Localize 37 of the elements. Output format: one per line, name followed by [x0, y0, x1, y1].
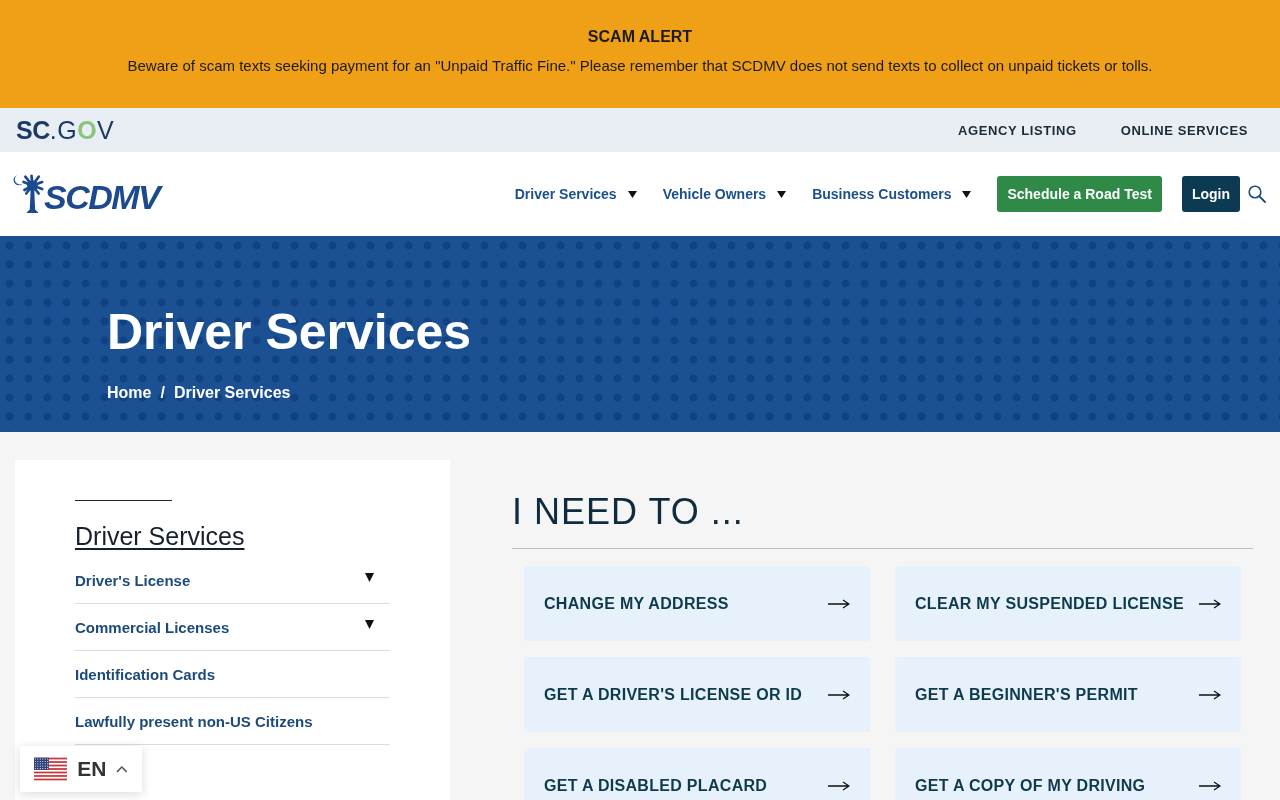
nav-menu-item[interactable]: Business Customers: [812, 186, 972, 202]
sidebar-item[interactable]: Lawfully present non-US Citizens: [75, 698, 390, 745]
breadcrumb-link[interactable]: Home: [107, 384, 152, 402]
task-card[interactable]: GET A COPY OF MY DRIVING: [895, 748, 1241, 800]
login-button[interactable]: Login: [1181, 176, 1240, 212]
search-icon[interactable]: [1248, 185, 1266, 203]
alert-message: Beware of scam texts seeking payment for an "Unpaid Traffic Fine." Please remember that SCDMV does not send texts to collect on unpaid tickets or tolls.: [127, 57, 1153, 74]
task-card[interactable]: CHANGE MY ADDRESS: [524, 566, 870, 641]
arrow-right-icon: [828, 780, 850, 791]
task-card[interactable]: GET A DISABLED PLACARD: [524, 748, 870, 800]
top-nav-link[interactable]: AGENCY LISTING: [958, 122, 1077, 138]
page-title: Driver Services: [107, 303, 472, 362]
road-test-button[interactable]: Schedule a Road Test: [997, 176, 1162, 212]
breadcrumb-current: Driver Services: [173, 384, 291, 402]
caret-up-icon: [116, 765, 128, 773]
nav-menu-item[interactable]: Vehicle Owners: [662, 186, 787, 202]
sidebar-item[interactable]: Driver's License: [75, 557, 390, 604]
flag-icon: [34, 757, 68, 781]
breadcrumb-separator: /: [160, 384, 165, 402]
task-card[interactable]: CLEAR MY SUSPENDED LICENSE: [895, 566, 1241, 641]
section-heading: I NEED TO ...: [512, 490, 1253, 549]
arrow-right-icon: [828, 598, 850, 609]
palmetto-moon-icon: [12, 174, 44, 214]
task-card[interactable]: GET A DRIVER'S LICENSE OR ID: [524, 657, 870, 732]
sidebar-item[interactable]: Identification Cards: [75, 651, 390, 698]
arrow-right-icon: [1199, 780, 1221, 791]
sidebar-item[interactable]: Commercial Licenses: [75, 604, 390, 651]
alert-title: SCAM ALERT: [587, 28, 693, 46]
arrow-right-icon: [828, 689, 850, 700]
arrow-right-icon: [1199, 598, 1221, 609]
portal-logo[interactable]: SC.GOV: [16, 117, 115, 143]
sidebar-heading-link[interactable]: Driver Services: [75, 521, 245, 551]
top-nav-link[interactable]: ONLINE SERVICES: [1120, 122, 1248, 138]
arrow-right-icon: [1199, 689, 1221, 700]
nav-menu-item[interactable]: Driver Services: [514, 186, 637, 202]
task-card[interactable]: GET A BEGINNER'S PERMIT: [895, 657, 1241, 732]
language-selector[interactable]: EN: [20, 746, 142, 792]
